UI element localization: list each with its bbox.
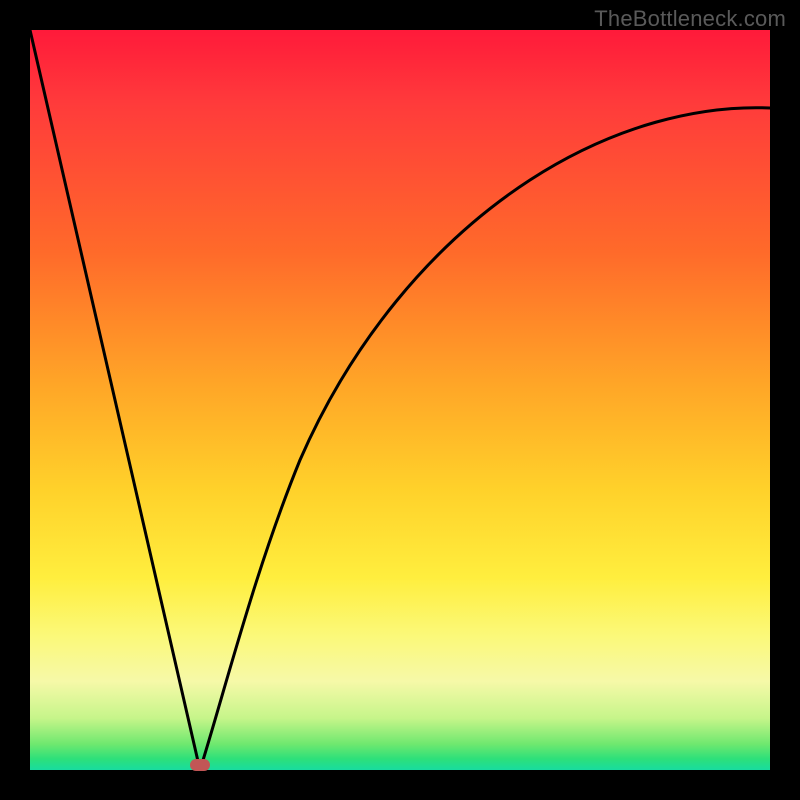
minimum-marker: [190, 759, 210, 771]
bottleneck-curve: [30, 30, 770, 770]
curve-right-branch: [200, 108, 770, 770]
chart-frame: TheBottleneck.com: [0, 0, 800, 800]
curve-left-branch: [30, 30, 200, 770]
plot-area: [30, 30, 770, 770]
watermark-text: TheBottleneck.com: [594, 6, 786, 32]
